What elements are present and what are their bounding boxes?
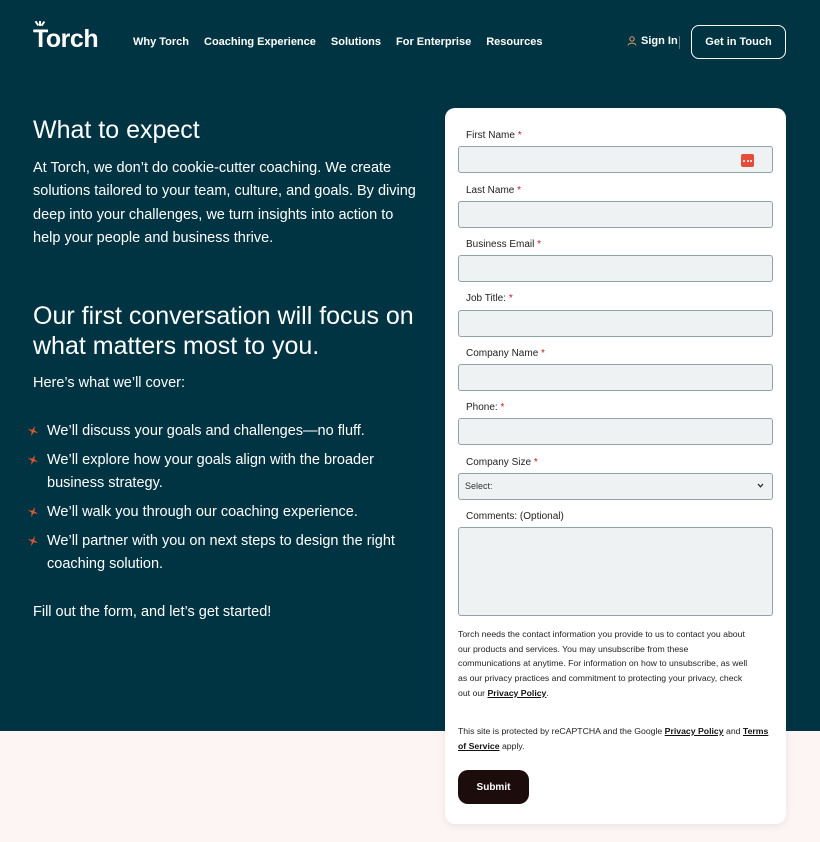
list-item-text: We’ll explore how your goals align with … [47,451,374,492]
header-divider [679,36,680,49]
business-email-label: Business Email * [466,239,542,250]
spark-star-icon [27,506,39,518]
cover-label: Here’s what we’ll cover: [33,375,186,391]
sign-in-label: Sign In [641,35,678,47]
spark-star-icon [27,454,39,465]
list-item: We’ll explore how your goals align with … [27,449,417,496]
list-item-text: We’ll walk you through our coaching expe… [47,503,358,520]
sign-in-link[interactable]: Sign In [627,35,678,47]
main-nav: Why Torch Coaching Experience Solutions … [133,36,557,48]
get-in-touch-button[interactable]: Get in Touch [691,25,786,59]
last-name-input[interactable] [458,201,773,228]
company-size-label: Company Size * [466,457,538,468]
company-size-select[interactable]: Select: [458,473,773,500]
company-name-label: Company Name * [466,348,545,359]
business-email-input[interactable] [458,255,773,282]
what-to-expect-title: What to expect [33,116,200,144]
nav-resources[interactable]: Resources [486,36,542,48]
phone-label: Phone: * [466,402,505,413]
user-icon [627,36,637,46]
privacy-notice: Torch needs the contact information you … [458,629,748,698]
torch-logo[interactable]: Torch [33,21,99,54]
cover-list: We’ll discuss your goals and challenges—… [27,420,417,582]
logo-spark-icon [34,20,46,26]
last-name-label: Last Name * [466,185,522,196]
spark-star-icon [27,535,39,546]
recaptcha-notice: This site is protected by reCAPTCHA and … [458,726,769,751]
closing-text: Fill out the form, and let’s get started… [33,604,272,620]
nav-for-enterprise[interactable]: For Enterprise [396,36,471,48]
list-item: We’ll partner with you on next steps to … [27,530,417,577]
logo-text: Torch [33,25,99,53]
first-name-input[interactable] [458,146,773,173]
list-item-text: We’ll discuss your goals and challenges—… [47,423,365,439]
conversation-title: Our first conversation will focus on wha… [33,302,414,360]
list-item: We’ll discuss your goals and challenges—… [27,420,417,443]
nav-solutions[interactable]: Solutions [331,36,381,48]
nav-coaching-experience[interactable]: Coaching Experience [204,36,316,48]
list-item: We’ll walk you through our coaching expe… [27,501,417,524]
first-name-label: First Name * [466,130,522,141]
list-item-text: We’ll partner with you on next steps to … [47,532,395,572]
privacy-policy-link[interactable]: Privacy Policy [487,688,546,698]
intro-body: At Torch, we don’t do cookie-cutter coac… [33,160,416,246]
password-manager-icon[interactable] [741,154,754,167]
comments-label: Comments: (Optional) [466,511,564,522]
job-title-input[interactable] [458,310,773,337]
contact-form-card: First Name * Last Name * Business Email … [445,108,786,824]
submit-button[interactable]: Submit [458,770,529,804]
spark-star-icon [27,425,39,437]
company-name-input[interactable] [458,364,773,391]
nav-why-torch[interactable]: Why Torch [133,36,189,48]
job-title-label: Job Title: * [466,293,513,304]
company-size-selected: Select: [465,481,493,491]
phone-input[interactable] [458,418,773,445]
comments-textarea[interactable] [458,527,773,616]
chevron-down-icon [757,483,764,488]
google-privacy-link[interactable]: Privacy Policy [665,726,724,736]
